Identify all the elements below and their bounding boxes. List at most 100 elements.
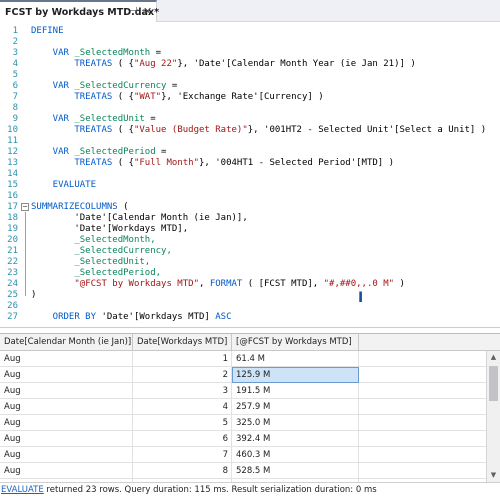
code-line[interactable]: "@FCST by Workdays MTD", FORMAT ( [FCST … [31, 279, 405, 290]
table-cell[interactable]: Aug [0, 383, 133, 399]
table-cell[interactable]: 392.4 M [232, 431, 359, 447]
code-token: TREATAS [31, 158, 113, 168]
code-token: , [198, 279, 210, 289]
scroll-down-icon[interactable]: ▼ [487, 469, 500, 482]
table-cell[interactable]: Aug [0, 447, 133, 463]
line-number: 4 [12, 59, 18, 69]
table-row[interactable]: Aug 3 191.5 M [0, 383, 486, 399]
document-tab-bar: FCST by Workdays MTD.dax* ⊣ ✕ [0, 0, 500, 22]
line-number: 20 [7, 235, 18, 245]
line-number: 1 [12, 26, 18, 36]
code-line[interactable]: TREATAS ( {"Value (Budget Rate)"}, '001H… [31, 125, 486, 136]
table-cell[interactable]: 3 [133, 383, 232, 399]
table-row[interactable]: Aug 6 392.4 M [0, 431, 486, 447]
code-line[interactable]: EVALUATE [31, 180, 96, 191]
table-row[interactable]: Aug 2 125.9 M [0, 367, 486, 383]
code-token: 'Date'[Workdays MTD] [96, 312, 216, 322]
code-token: _SelectedUnit [74, 114, 145, 124]
close-icon[interactable]: ✕ [143, 5, 152, 18]
code-token: = [166, 81, 178, 91]
code-line[interactable]: _SelectedUnit, [31, 257, 150, 268]
column-header-workdays-mtd[interactable]: Date[Workdays MTD] [133, 334, 232, 351]
vertical-scrollbar[interactable]: ▲ ▼ [486, 351, 500, 483]
code-line[interactable]: VAR _SelectedUnit = [31, 114, 156, 125]
code-token: }, 'Exchange Rate'[Currency] ) [161, 92, 324, 102]
code-line[interactable]: ) [31, 290, 36, 301]
document-tab[interactable]: FCST by Workdays MTD.dax* ⊣ ✕ [0, 0, 159, 22]
line-number-gutter: 1 2 3 4 5 6 7 8 9 10 11 12 13 14 15 16 17 18 19 20 21 22 23 24 2… [0, 23, 20, 328]
table-cell[interactable]: 6 [133, 431, 232, 447]
table-cell[interactable]: 528.5 M [232, 463, 359, 479]
code-token: ) [394, 279, 405, 289]
table-cell[interactable]: 1 [133, 351, 232, 367]
table-cell[interactable]: Aug [0, 431, 133, 447]
line-number: 23 [7, 268, 18, 278]
code-line[interactable]: 'Date'[Calendar Month (ie Jan)], [31, 213, 247, 224]
table-cell[interactable]: Aug [0, 351, 133, 367]
line-number: 7 [12, 92, 18, 102]
fold-toggle-icon[interactable]: − [21, 203, 29, 211]
line-number: 21 [7, 246, 18, 256]
pin-icon[interactable]: ⊣ [129, 6, 138, 17]
code-line[interactable]: _SelectedCurrency, [31, 246, 172, 257]
table-cell[interactable]: 2 [133, 367, 232, 383]
table-cell[interactable]: Aug [0, 463, 133, 479]
table-cell[interactable]: 4 [133, 399, 232, 415]
code-line[interactable]: _SelectedMonth, [31, 235, 155, 246]
table-cell[interactable]: 61.4 M [232, 351, 359, 367]
code-line[interactable]: VAR _SelectedPeriod = [31, 147, 167, 158]
line-number: 26 [7, 301, 18, 311]
code-line[interactable]: _SelectedPeriod, [31, 268, 161, 279]
code-token: VAR [31, 147, 75, 157]
code-token: EVALUATE [31, 180, 97, 190]
table-row[interactable]: Aug 8 528.5 M [0, 463, 486, 479]
line-number: 25 [7, 290, 18, 300]
code-line[interactable]: SUMMARIZECOLUMNS ( [31, 202, 129, 213]
column-header-fcst[interactable]: [@FCST by Workdays MTD] [232, 334, 359, 351]
code-line[interactable]: ORDER BY 'Date'[Workdays MTD] ASC [31, 312, 232, 323]
query-editor[interactable]: 1 2 3 4 5 6 7 8 9 10 11 12 13 14 15 16 17 18 19 20 21 22 23 24 2… [0, 23, 500, 328]
table-row[interactable]: Aug 5 325.0 M [0, 415, 486, 431]
scroll-up-icon[interactable]: ▲ [487, 351, 500, 364]
code-token: ORDER BY [31, 312, 97, 322]
table-cell[interactable]: Aug [0, 415, 133, 431]
table-row[interactable]: Aug 4 257.9 M [0, 399, 486, 415]
line-number: 22 [7, 257, 18, 267]
line-number: 3 [12, 48, 18, 58]
status-bar: EVALUATE returned 23 rows. Query duratio… [0, 482, 500, 497]
code-line[interactable]: TREATAS ( {"WAT"}, 'Exchange Rate'[Curre… [31, 92, 324, 103]
line-number: 11 [7, 136, 18, 146]
table-cell[interactable]: 325.0 M [232, 415, 359, 431]
code-token: = [155, 147, 167, 157]
code-token: }, '004HT1 - Selected Period'[MTD] ) [199, 158, 395, 168]
table-cell[interactable]: 5 [133, 415, 232, 431]
code-token: _SelectedPeriod [74, 147, 156, 157]
table-cell[interactable]: Aug [0, 399, 133, 415]
code-line[interactable]: TREATAS ( {"Full Month"}, '004HT1 - Sele… [31, 158, 394, 169]
table-cell[interactable]: 460.3 M [232, 447, 359, 463]
line-number: 16 [7, 191, 18, 201]
code-token: ASC [215, 312, 232, 322]
table-cell[interactable]: Aug [0, 367, 133, 383]
text-cursor-icon: I [358, 290, 364, 306]
table-cell[interactable]: 125.9 M [232, 367, 359, 383]
code-line[interactable]: VAR _SelectedCurrency = [31, 81, 178, 92]
scrollbar-thumb[interactable] [489, 366, 498, 401]
code-token: "Full Month" [133, 158, 199, 168]
table-cell[interactable]: 191.5 M [232, 383, 359, 399]
table-cell[interactable]: 8 [133, 463, 232, 479]
code-token: _SelectedMonth [74, 48, 151, 58]
code-token: ) [31, 290, 37, 300]
table-cell[interactable]: 7 [133, 447, 232, 463]
code-line[interactable]: VAR _SelectedMonth = [31, 48, 161, 59]
table-row[interactable]: Aug 7 460.3 M [0, 447, 486, 463]
code-line[interactable]: DEFINE [31, 26, 64, 37]
table-cell[interactable]: 257.9 M [232, 399, 359, 415]
code-line[interactable]: TREATAS ( {"Aug 22"}, 'Date'[Calendar Mo… [31, 59, 415, 70]
line-number: 12 [7, 147, 18, 157]
status-evaluate-link[interactable]: EVALUATE [1, 485, 44, 495]
code-line[interactable]: 'Date'[Workdays MTD], [31, 224, 188, 235]
results-grid[interactable]: Date[Calendar Month (ie Jan)] Date[Workd… [0, 333, 500, 495]
column-header-calendar-month[interactable]: Date[Calendar Month (ie Jan)] [0, 334, 133, 351]
table-row[interactable]: Aug 1 61.4 M [0, 351, 486, 367]
